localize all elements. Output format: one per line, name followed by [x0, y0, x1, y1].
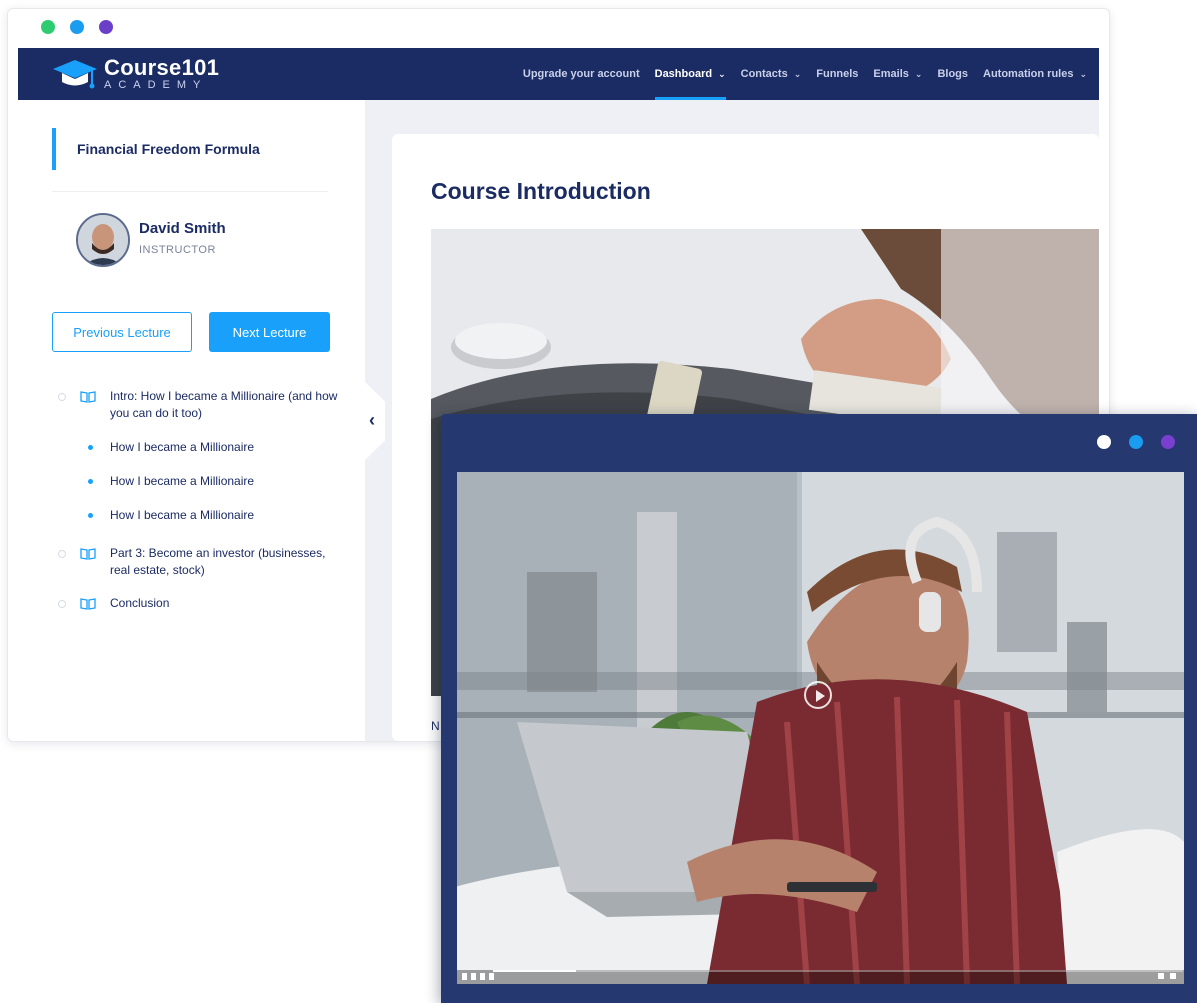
- nav-automation-rules[interactable]: Automation rules ⌄: [983, 48, 1087, 100]
- chevron-down-icon: ⌄: [718, 68, 726, 79]
- app-header: Course101 ACADEMY Upgrade your account D…: [18, 48, 1099, 100]
- window-controls: [41, 20, 113, 34]
- nav-blogs[interactable]: Blogs: [937, 48, 968, 100]
- video-controls: [457, 970, 1184, 984]
- bullet-icon: [88, 513, 93, 518]
- nav-dashboard[interactable]: Dashboard ⌄: [654, 48, 726, 100]
- status-circle-icon: [58, 393, 66, 401]
- skip-icon[interactable]: [489, 973, 494, 980]
- lesson-title: How I became a Millionaire: [110, 440, 255, 454]
- window-dot-purple[interactable]: [99, 20, 113, 34]
- chevron-down-icon: ⌄: [914, 68, 923, 79]
- page-title: Course Introduction: [431, 178, 651, 204]
- chevron-down-icon: ⌄: [1079, 68, 1087, 79]
- nav-label: Upgrade your account: [522, 68, 640, 80]
- volume-icon[interactable]: [1158, 973, 1164, 979]
- window-dot-green[interactable]: [41, 20, 55, 34]
- chevron-down-icon: ⌄: [793, 68, 802, 79]
- course-sidebar: Financial Freedom Formula David Smith IN…: [18, 100, 365, 741]
- book-icon: [80, 391, 96, 403]
- lesson-title: Conclusion: [110, 596, 170, 610]
- nav-funnels[interactable]: Funnels: [816, 48, 858, 100]
- window-dot-blue[interactable]: [1129, 435, 1143, 449]
- nav-label: Emails: [873, 68, 909, 80]
- window-dot-white[interactable]: [1097, 435, 1111, 449]
- lesson-title: Part 3: Become an investor (businesses, …: [110, 546, 326, 577]
- lesson-title: How I became a Millionaire: [110, 474, 255, 488]
- course-title: Financial Freedom Formula: [52, 128, 260, 170]
- avatar: [76, 213, 130, 267]
- window-dot-purple[interactable]: [1161, 435, 1175, 449]
- play-icon[interactable]: [804, 681, 832, 709]
- window-dot-blue[interactable]: [70, 20, 84, 34]
- nav-label: Dashboard: [654, 68, 713, 80]
- pause-icon[interactable]: [471, 973, 476, 980]
- brand-title: Course101: [104, 55, 220, 80]
- instructor-name: David Smith: [139, 220, 226, 237]
- nav-upgrade-account[interactable]: Upgrade your account: [523, 48, 640, 100]
- window-controls: [1097, 435, 1175, 449]
- chevron-left-icon[interactable]: ‹: [369, 410, 375, 431]
- book-icon: [80, 598, 96, 610]
- bullet-icon: [88, 445, 93, 450]
- brand-logo[interactable]: Course101 ACADEMY: [52, 56, 219, 92]
- book-icon: [80, 548, 96, 560]
- stop-icon[interactable]: [480, 973, 485, 980]
- brand-subtitle: ACADEMY: [104, 79, 208, 91]
- status-circle-icon: [58, 600, 66, 608]
- nav-label: Automation rules: [983, 68, 1074, 80]
- video-progress-bar[interactable]: [493, 970, 1183, 972]
- next-lecture-button[interactable]: Next Lecture: [209, 312, 330, 352]
- instructor-role: INSTRUCTOR: [139, 244, 216, 256]
- graduation-cap-icon: [53, 60, 97, 89]
- divider: [52, 191, 328, 192]
- top-nav: Upgrade your account Dashboard ⌄ Contact…: [523, 48, 1087, 100]
- fullscreen-icon[interactable]: [1170, 973, 1176, 979]
- nav-contacts[interactable]: Contacts ⌄: [741, 48, 802, 100]
- nav-emails[interactable]: Emails ⌄: [873, 48, 922, 100]
- nav-label: Funnels: [816, 68, 859, 80]
- status-circle-icon: [58, 550, 66, 558]
- video-window: [441, 414, 1197, 1003]
- content-text-fragment: N: [431, 719, 440, 733]
- video-player[interactable]: [457, 472, 1184, 984]
- play-small-icon[interactable]: [462, 973, 467, 980]
- bullet-icon: [88, 479, 93, 484]
- video-frame: [457, 472, 1184, 984]
- previous-lecture-button[interactable]: Previous Lecture: [52, 312, 192, 352]
- nav-label: Contacts: [740, 68, 788, 80]
- video-progress-fill: [493, 970, 576, 972]
- nav-label: Blogs: [937, 68, 968, 80]
- lesson-title: How I became a Millionaire: [110, 508, 255, 522]
- lesson-title: Intro: How I became a Millionaire (and h…: [110, 389, 338, 420]
- instructor-photo: [78, 215, 128, 265]
